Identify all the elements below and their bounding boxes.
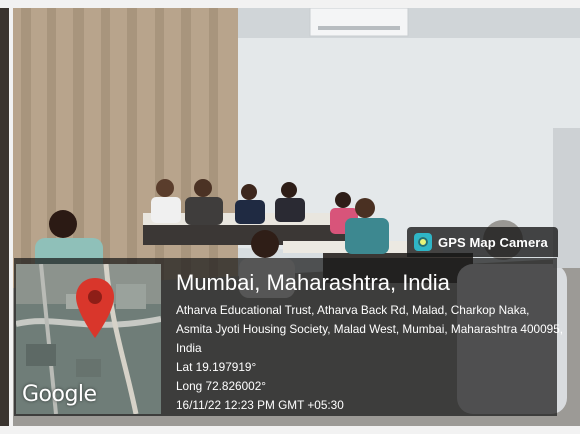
- google-logo: Google: [22, 382, 97, 407]
- previous-photo-edge: [0, 8, 9, 426]
- latitude-readout: Lat 19.197919°: [176, 360, 257, 374]
- location-city: Mumbai, Maharashtra, India: [176, 270, 450, 295]
- location-details: Mumbai, Maharashtra, India Atharva Educa…: [176, 268, 566, 415]
- map-pin-icon: [76, 278, 114, 338]
- gps-map-camera-badge: GPS Map Camera: [407, 227, 558, 257]
- gps-camera-app-icon: [414, 233, 432, 251]
- photo-frame: GPS Map Camera Google Mumbai, Maharashtr…: [13, 8, 580, 426]
- location-address: Atharva Educational Trust, Atharva Back …: [176, 303, 564, 355]
- timestamp: 16/11/22 12:23 PM GMT +05:30: [176, 398, 344, 412]
- badge-label: GPS Map Camera: [438, 234, 548, 250]
- map-thumbnail: Google: [16, 264, 161, 414]
- longitude-readout: Long 72.826002°: [176, 379, 267, 393]
